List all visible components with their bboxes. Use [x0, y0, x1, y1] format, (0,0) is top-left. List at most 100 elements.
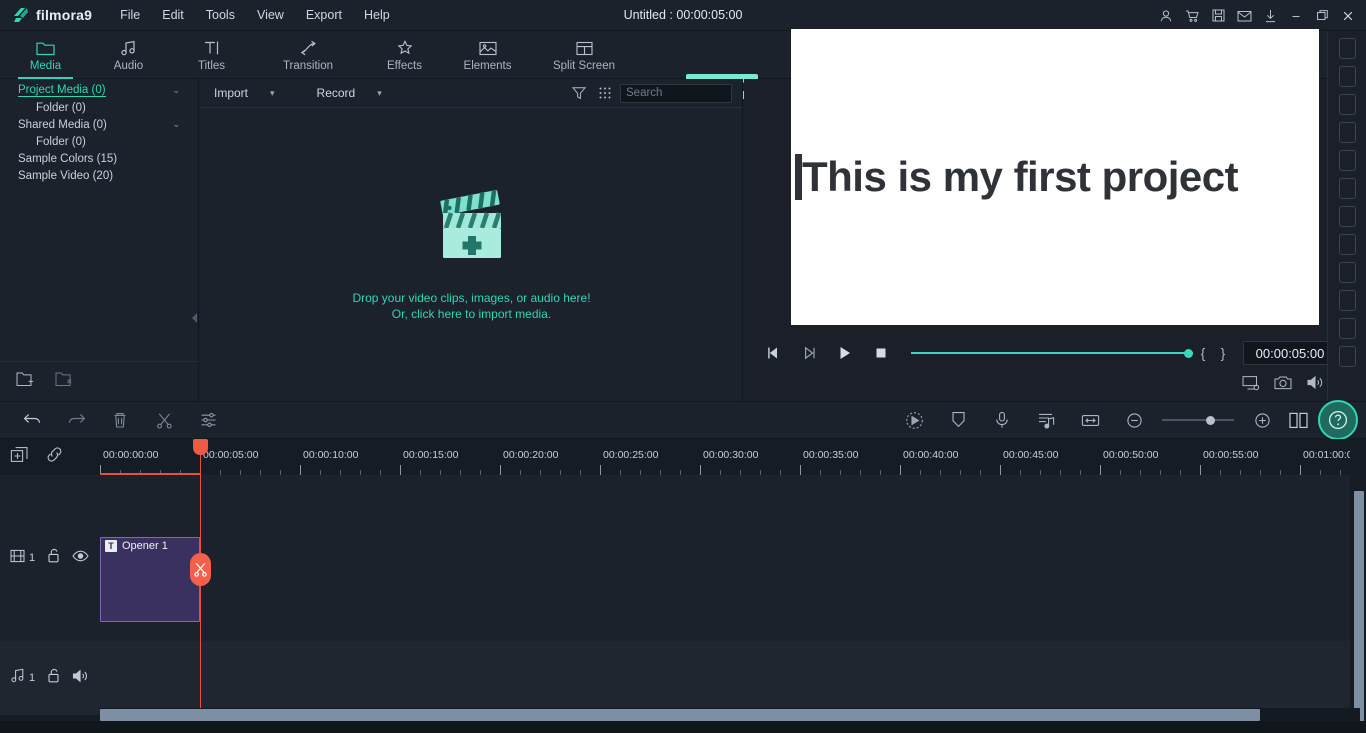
tree-item-project-media[interactable]: Project Media (0) ⌄: [0, 82, 198, 99]
vertical-scroll-thumb[interactable]: [1354, 491, 1364, 733]
zoom-in-button[interactable]: [1240, 401, 1284, 439]
tree-item-folder-shared[interactable]: Folder (0): [0, 133, 198, 150]
filter-icon[interactable]: [566, 80, 592, 106]
add-track-icon[interactable]: [10, 446, 29, 468]
tab-elements[interactable]: Elements: [446, 31, 529, 79]
scrubber-handle[interactable]: [1184, 348, 1193, 358]
clapperboard-icon: [435, 187, 509, 268]
eye-icon[interactable]: [72, 549, 89, 567]
volume-icon[interactable]: [1306, 375, 1324, 395]
preview-scrubber[interactable]: [911, 346, 1193, 360]
property-placeholder[interactable]: [1338, 122, 1356, 143]
download-icon[interactable]: [1258, 4, 1282, 28]
property-placeholder[interactable]: [1338, 234, 1356, 255]
property-placeholder[interactable]: [1338, 346, 1356, 367]
fit-timeline-button[interactable]: [1068, 401, 1112, 439]
tab-effects[interactable]: Effects: [363, 31, 446, 79]
next-frame-button[interactable]: [791, 338, 827, 368]
marker-button[interactable]: [936, 401, 980, 439]
property-placeholder[interactable]: [1338, 318, 1356, 339]
property-placeholder[interactable]: [1338, 150, 1356, 171]
timeline-vertical-scrollbar[interactable]: [1354, 491, 1364, 733]
preview-timecode[interactable]: 00:00:05:00: [1243, 341, 1337, 365]
new-folder-icon[interactable]: [16, 371, 35, 392]
tab-titles[interactable]: Titles: [170, 31, 253, 79]
ruler-label: 00:00:15:00: [403, 449, 459, 461]
search-box[interactable]: [620, 83, 792, 103]
menu-edit[interactable]: Edit: [152, 3, 194, 27]
close-button[interactable]: [1336, 4, 1360, 28]
tab-transition[interactable]: Transition: [253, 31, 363, 79]
timeline-zoom-slider[interactable]: [1162, 413, 1234, 427]
chevron-down-icon[interactable]: ⌄: [172, 85, 180, 96]
zoom-out-button[interactable]: [1112, 401, 1156, 439]
redo-button[interactable]: [54, 401, 98, 439]
menu-view[interactable]: View: [247, 3, 294, 27]
tab-split-screen[interactable]: Split Screen: [529, 31, 639, 79]
delete-button[interactable]: [98, 401, 142, 439]
property-placeholder[interactable]: [1338, 206, 1356, 227]
clip-split-handle[interactable]: [190, 553, 211, 586]
audio-detach-button[interactable]: [1024, 401, 1068, 439]
property-placeholder[interactable]: [1338, 262, 1356, 283]
menu-file[interactable]: File: [110, 3, 150, 27]
preview-canvas[interactable]: This is my first project: [791, 29, 1319, 325]
settings-button[interactable]: [186, 401, 230, 439]
timeline-clip-opener-1[interactable]: T Opener 1: [100, 537, 200, 622]
previous-frame-button[interactable]: [755, 338, 791, 368]
stop-button[interactable]: [863, 338, 899, 368]
property-placeholder[interactable]: [1338, 38, 1356, 59]
tab-media[interactable]: Media: [4, 31, 87, 79]
voiceover-button[interactable]: [980, 401, 1024, 439]
account-icon[interactable]: [1154, 4, 1178, 28]
save-icon[interactable]: [1206, 4, 1230, 28]
horizontal-scroll-thumb[interactable]: [100, 709, 1260, 721]
timeline-horizontal-scrollbar[interactable]: [100, 708, 1360, 722]
audio-track-1[interactable]: 1: [0, 641, 1350, 715]
undo-button[interactable]: [10, 401, 54, 439]
menu-help[interactable]: Help: [354, 3, 400, 27]
property-placeholder[interactable]: [1338, 290, 1356, 311]
tab-effects-label: Effects: [387, 60, 422, 72]
speaker-icon[interactable]: [72, 669, 89, 688]
minimize-button[interactable]: [1284, 4, 1308, 28]
media-dropzone[interactable]: Drop your video clips, images, or audio …: [200, 108, 743, 401]
project-settings-icon[interactable]: [1242, 375, 1260, 396]
timeline-ruler[interactable]: 00:00:00:00 00:00:05:00 00:00:10:00 00:0…: [100, 439, 1350, 475]
menu-tools[interactable]: Tools: [196, 3, 245, 27]
mail-icon[interactable]: [1232, 4, 1256, 28]
ruler-label: 00:00:35:00: [803, 449, 859, 461]
render-preview-button[interactable]: [1284, 401, 1314, 439]
speed-button[interactable]: [892, 401, 936, 439]
playhead-handle[interactable]: [193, 439, 208, 455]
chevron-down-icon[interactable]: ▾: [377, 88, 382, 99]
import-control[interactable]: Import ▾: [214, 86, 275, 100]
chevron-down-icon[interactable]: ⌄: [172, 119, 180, 130]
maximize-button[interactable]: [1310, 4, 1334, 28]
snapshot-icon[interactable]: [1274, 375, 1292, 395]
mark-in-button[interactable]: {: [1193, 345, 1213, 361]
grid-view-icon[interactable]: [592, 80, 618, 106]
record-control[interactable]: Record ▾: [317, 86, 382, 100]
help-button[interactable]: [1318, 400, 1358, 440]
property-placeholder[interactable]: [1338, 94, 1356, 115]
split-button[interactable]: [142, 401, 186, 439]
mark-out-button[interactable]: }: [1213, 345, 1233, 361]
tree-item-folder-project[interactable]: Folder (0): [0, 99, 198, 116]
unlock-icon[interactable]: [47, 668, 60, 688]
delete-folder-icon[interactable]: [55, 371, 74, 392]
tab-audio[interactable]: Audio: [87, 31, 170, 79]
property-placeholder[interactable]: [1338, 66, 1356, 87]
play-button[interactable]: [827, 338, 863, 368]
unlock-icon[interactable]: [47, 548, 60, 568]
cart-icon[interactable]: [1180, 4, 1204, 28]
zoom-slider-handle[interactable]: [1206, 415, 1215, 425]
chevron-down-icon[interactable]: ▾: [270, 88, 275, 99]
panel-collapse-icon[interactable]: [190, 311, 199, 325]
tree-item-shared-media[interactable]: Shared Media (0) ⌄: [0, 116, 198, 133]
link-icon[interactable]: [45, 446, 64, 468]
tree-item-sample-video[interactable]: Sample Video (20): [0, 167, 198, 184]
menu-export[interactable]: Export: [296, 3, 352, 27]
property-placeholder[interactable]: [1338, 178, 1356, 199]
tree-item-sample-colors[interactable]: Sample Colors (15): [0, 150, 198, 167]
